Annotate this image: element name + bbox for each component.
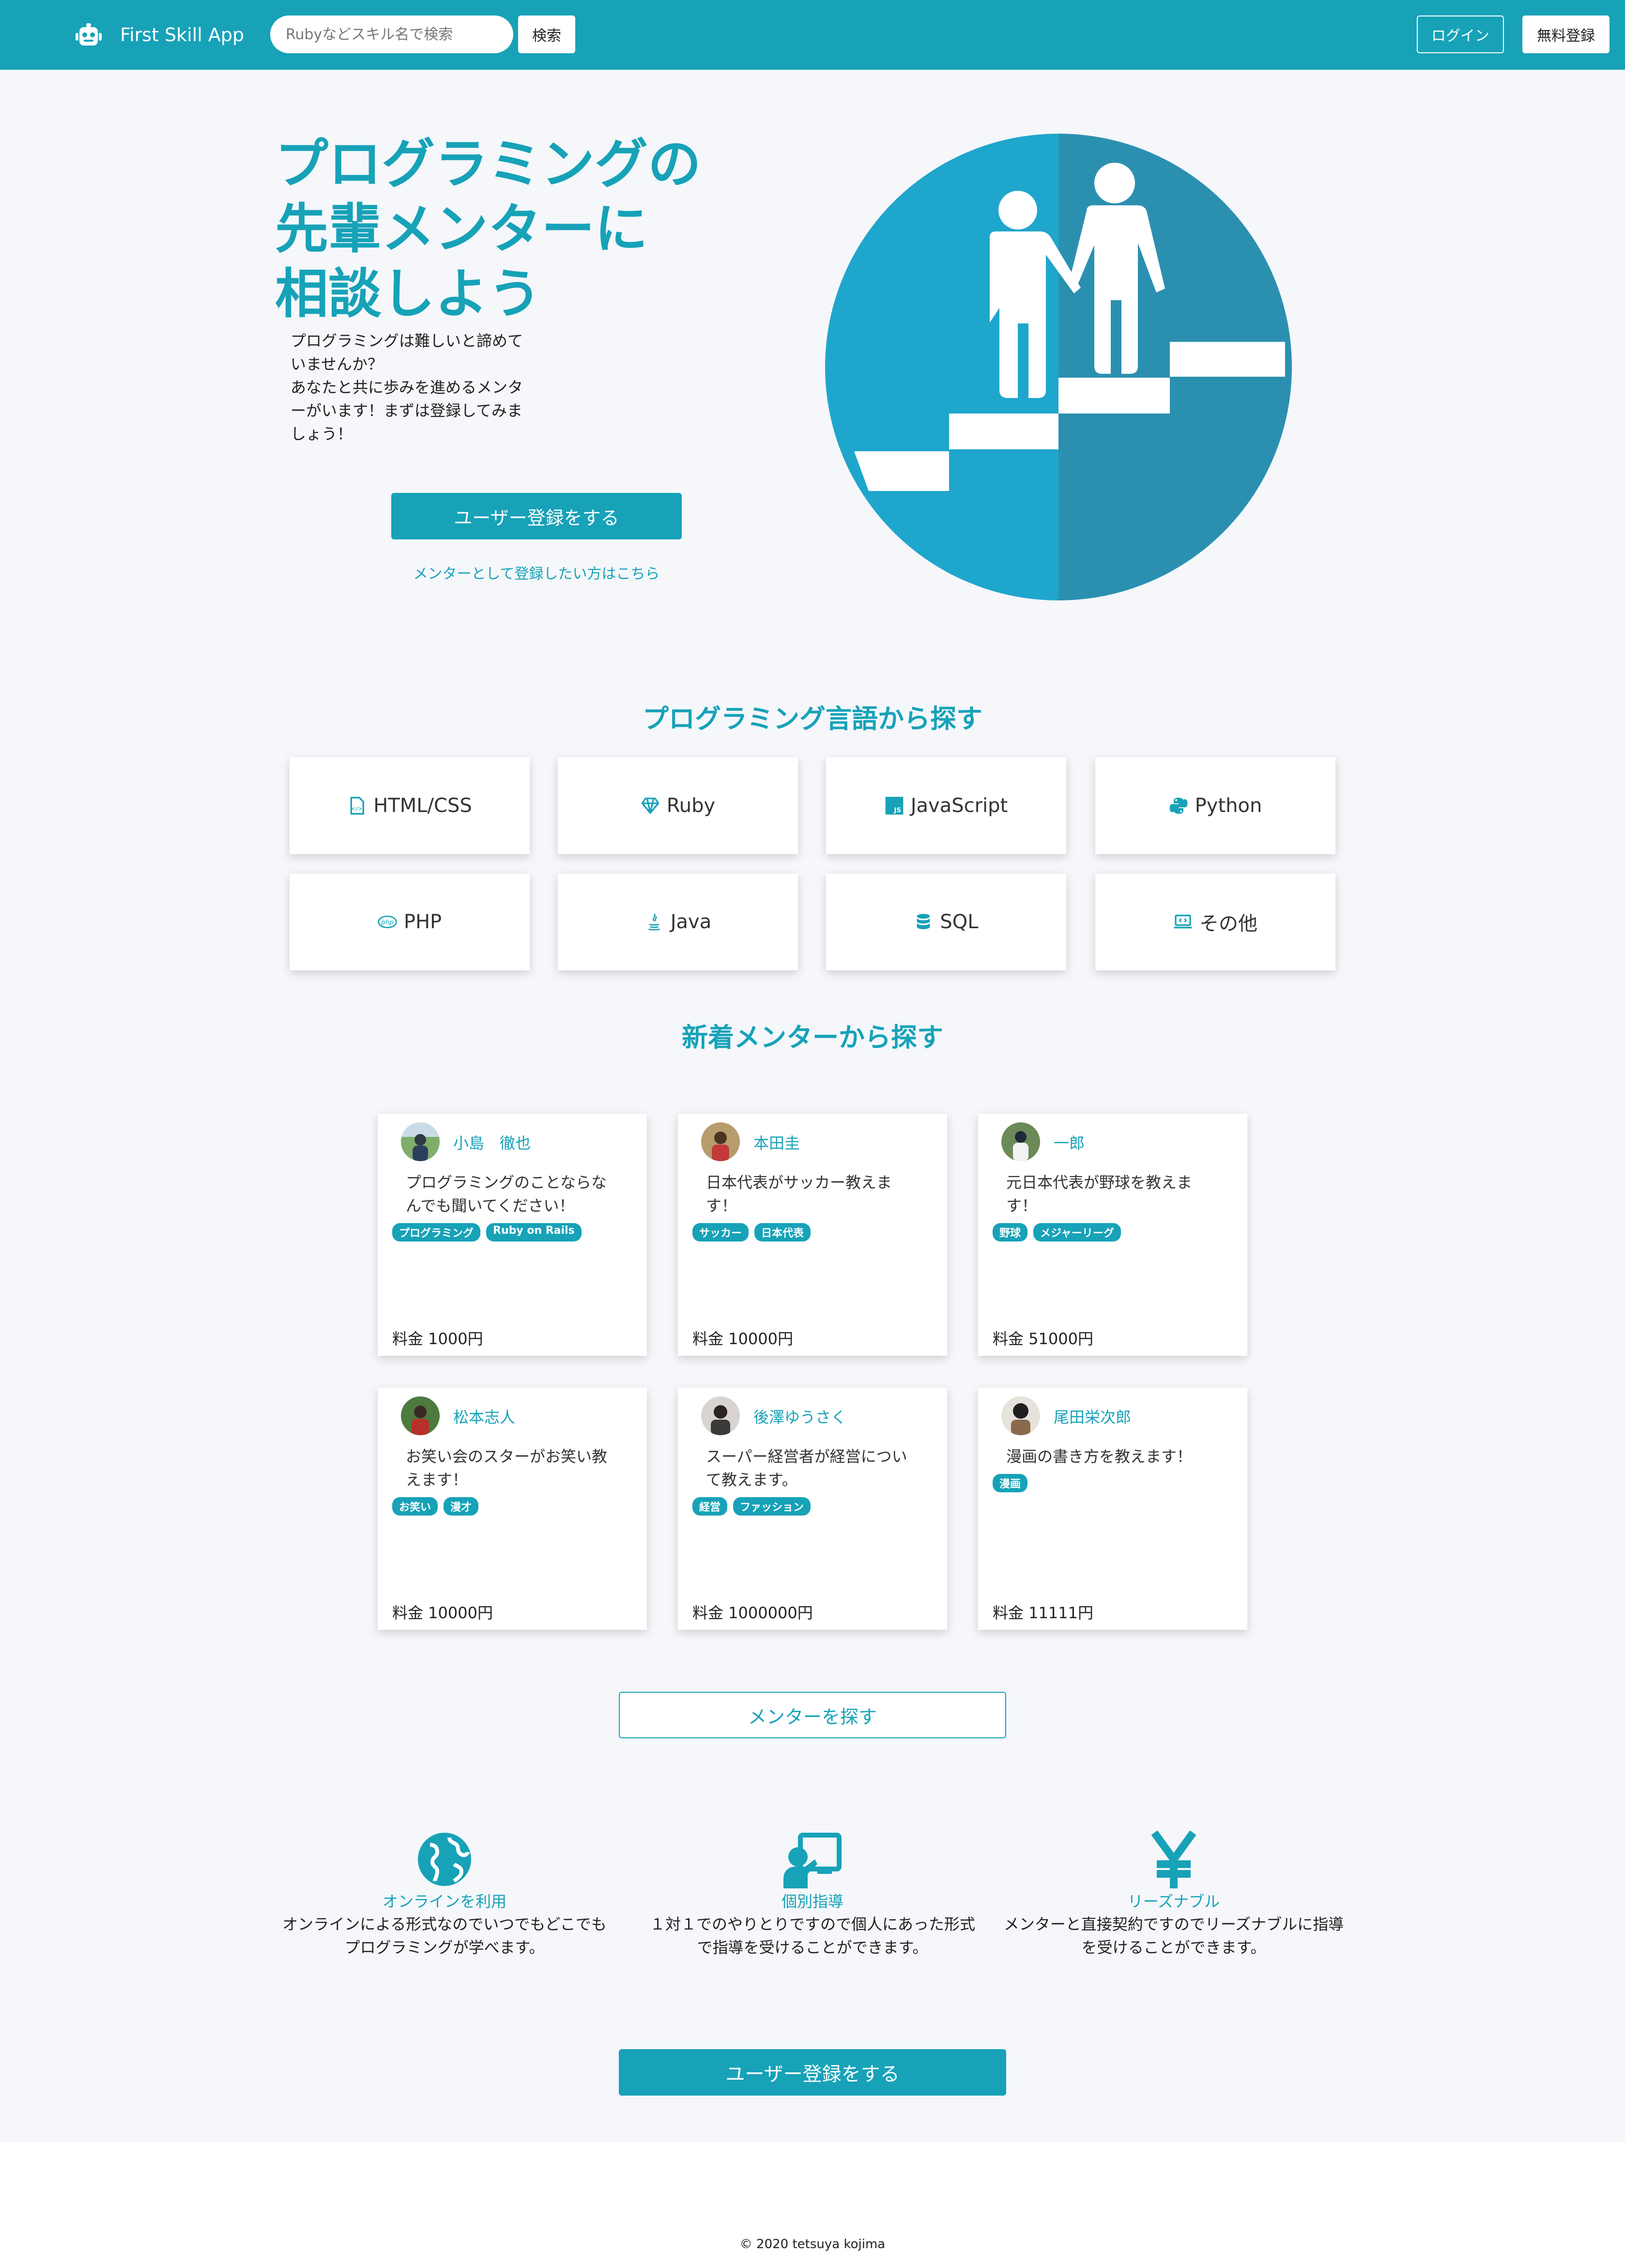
- mentor-card[interactable]: 尾田栄次郎 漫画の書き方を教えます！ 漫画 料金 11111円: [978, 1388, 1247, 1630]
- mentor-name[interactable]: 小島 徹也: [453, 1131, 531, 1153]
- mentor-price: 料金 10000円: [392, 1604, 493, 1622]
- js-icon: JS: [885, 797, 904, 815]
- language-card-sql[interactable]: SQL: [826, 873, 1066, 970]
- robot-icon[interactable]: [76, 23, 102, 46]
- tag[interactable]: 経営: [692, 1497, 728, 1516]
- mentor-intro: 元日本代表が野球を教えま す！: [1006, 1173, 1193, 1215]
- feature-title: リーズナブル: [1127, 1892, 1220, 1911]
- svg-text:JS: JS: [893, 807, 901, 814]
- feature-description: １対１でのやりとりですので個人にあった形式 で指導を受けることができます。: [649, 1915, 975, 1957]
- login-button[interactable]: ログイン: [1417, 15, 1504, 53]
- avatar: [701, 1396, 740, 1435]
- mentor-name[interactable]: 後澤ゆうさく: [753, 1405, 846, 1427]
- hero-description: プログラミングは難しいと諦めて いませんか？ あなたと共に歩みを進めるメンタ ー…: [291, 332, 523, 443]
- bottom-register-button[interactable]: ユーザー登録をする: [619, 2049, 1006, 2096]
- php-icon: php: [378, 916, 397, 928]
- tag[interactable]: 漫才: [444, 1497, 479, 1516]
- mentor-tags: プログラミング Ruby on Rails: [392, 1223, 582, 1241]
- mentor-name[interactable]: 尾田栄次郎: [1054, 1405, 1131, 1427]
- mentor-intro: プログラミングのことならな んでも聞いてください！: [406, 1173, 607, 1215]
- tag[interactable]: 野球: [993, 1223, 1028, 1241]
- mentor-card[interactable]: 小島 徹也 プログラミングのことならな んでも聞いてください！ プログラミング …: [378, 1114, 647, 1356]
- navbar: First Skill App 検索 ログイン 無料登録: [0, 0, 1625, 70]
- mentor-tags: お笑い 漫才: [392, 1497, 479, 1516]
- language-card-ruby[interactable]: Ruby: [558, 757, 798, 854]
- tag[interactable]: 日本代表: [754, 1223, 811, 1241]
- teacher-icon: [783, 1833, 842, 1888]
- mentor-name[interactable]: 松本志人: [453, 1405, 515, 1427]
- mentor-tags: 経営 ファッション: [692, 1497, 811, 1516]
- language-card-javascript[interactable]: JS JavaScript: [826, 757, 1066, 854]
- footer: © 2020 tetsuya kojima: [0, 2142, 1625, 2268]
- tag[interactable]: サッカー: [692, 1223, 749, 1241]
- feature-online: オンラインを利用 オンラインによる形式なのでいつでもどこでも プログラミングが学…: [265, 1830, 624, 1959]
- feature-description: メンターと直接契約ですのでリーズナブルに指導 を受けることができます。: [1003, 1915, 1344, 1957]
- avatar: [1001, 1122, 1040, 1161]
- feature-description: オンラインによる形式なのでいつでもどこでも プログラミングが学べます。: [282, 1915, 607, 1957]
- svg-text:php: php: [381, 919, 393, 926]
- language-card-other[interactable]: その他: [1095, 873, 1335, 970]
- globe-icon: [418, 1833, 471, 1886]
- mentor-intro: お笑い会のスターがお笑い教 えます！: [406, 1447, 608, 1489]
- mentor-card[interactable]: 後澤ゆうさく スーパー経営者が経営につい て教えます。 経営 ファッション 料金…: [678, 1388, 947, 1630]
- tag[interactable]: ファッション: [733, 1497, 811, 1516]
- languages-title: プログラミング言語から探す: [643, 704, 982, 734]
- html-file-icon: </>: [350, 797, 365, 815]
- avatar: [401, 1122, 440, 1161]
- svg-text:</>: </>: [352, 805, 363, 812]
- mentor-card[interactable]: 一郎 元日本代表が野球を教えま す！ 野球 メジャーリーグ 料金 51000円: [978, 1114, 1247, 1356]
- code-laptop-icon: [1174, 915, 1192, 929]
- mentor-tags: 漫画: [993, 1474, 1028, 1492]
- avatar: [401, 1396, 440, 1435]
- mentor-price: 料金 10000円: [692, 1330, 793, 1348]
- language-card-html[interactable]: </> HTML/CSS: [290, 757, 530, 854]
- feature-title: 個別指導: [781, 1892, 843, 1911]
- avatar: [701, 1122, 740, 1161]
- feature-title: オンラインを利用: [382, 1892, 506, 1911]
- avatar: [1001, 1396, 1040, 1435]
- signup-button[interactable]: 無料登録: [1522, 15, 1610, 53]
- mentor-price: 料金 1000000円: [692, 1604, 813, 1622]
- copyright: © 2020 tetsuya kojima: [739, 2237, 886, 2252]
- search-button[interactable]: 検索: [518, 15, 575, 53]
- python-icon: [1169, 797, 1188, 814]
- mentor-tags: 野球 メジャーリーグ: [993, 1223, 1121, 1241]
- database-icon: [917, 914, 930, 929]
- mentors-title: 新着メンターから探す: [682, 1022, 943, 1053]
- search-input[interactable]: [270, 15, 513, 53]
- mentor-tags: サッカー 日本代表: [692, 1223, 811, 1241]
- gem-icon: [641, 797, 659, 814]
- feature-reasonable: リーズナブル メンターと直接契約ですのでリーズナブルに指導 を受けることができま…: [995, 1830, 1353, 1959]
- mentor-price: 料金 51000円: [993, 1330, 1093, 1348]
- tag[interactable]: お笑い: [392, 1497, 438, 1516]
- mentor-intro: 漫画の書き方を教えます！: [1006, 1447, 1193, 1466]
- hero-register-button[interactable]: ユーザー登録をする: [391, 493, 682, 539]
- mentor-name[interactable]: 本田圭: [753, 1131, 800, 1153]
- mentor-card[interactable]: 本田圭 日本代表がサッカー教えま す！ サッカー 日本代表 料金 10000円: [678, 1114, 947, 1356]
- mentor-register-link[interactable]: メンターとして登録したい方はこちら: [391, 562, 682, 583]
- mentor-card[interactable]: 松本志人 お笑い会のスターがお笑い教 えます！ お笑い 漫才 料金 10000円: [378, 1388, 647, 1630]
- mentor-intro: 日本代表がサッカー教えま す！: [706, 1173, 892, 1215]
- mentor-name[interactable]: 一郎: [1054, 1131, 1085, 1153]
- mentor-intro: スーパー経営者が経営につい て教えます。: [706, 1447, 907, 1489]
- hero-title: プログラミングの 先輩メンターに 相談しよう: [275, 133, 701, 325]
- find-mentor-button[interactable]: メンターを探す: [619, 1692, 1006, 1738]
- brand-title[interactable]: First Skill App: [120, 21, 244, 48]
- language-card-python[interactable]: Python: [1095, 757, 1335, 854]
- mentor-stairs-illustration: [825, 134, 1292, 600]
- mentor-price: 料金 11111円: [993, 1604, 1093, 1622]
- language-card-java[interactable]: Java: [558, 873, 798, 970]
- language-card-php[interactable]: php PHP: [290, 873, 530, 970]
- tag[interactable]: メジャーリーグ: [1033, 1223, 1121, 1241]
- yen-icon: [1151, 1830, 1196, 1888]
- tag[interactable]: Ruby on Rails: [486, 1223, 582, 1241]
- mentor-price: 料金 1000円: [392, 1330, 483, 1348]
- tag[interactable]: 漫画: [993, 1474, 1028, 1492]
- tag[interactable]: プログラミング: [392, 1223, 481, 1241]
- java-icon: [648, 913, 660, 931]
- feature-personal: 個別指導 １対１でのやりとりですので個人にあった形式 で指導を受けることができま…: [633, 1830, 992, 1959]
